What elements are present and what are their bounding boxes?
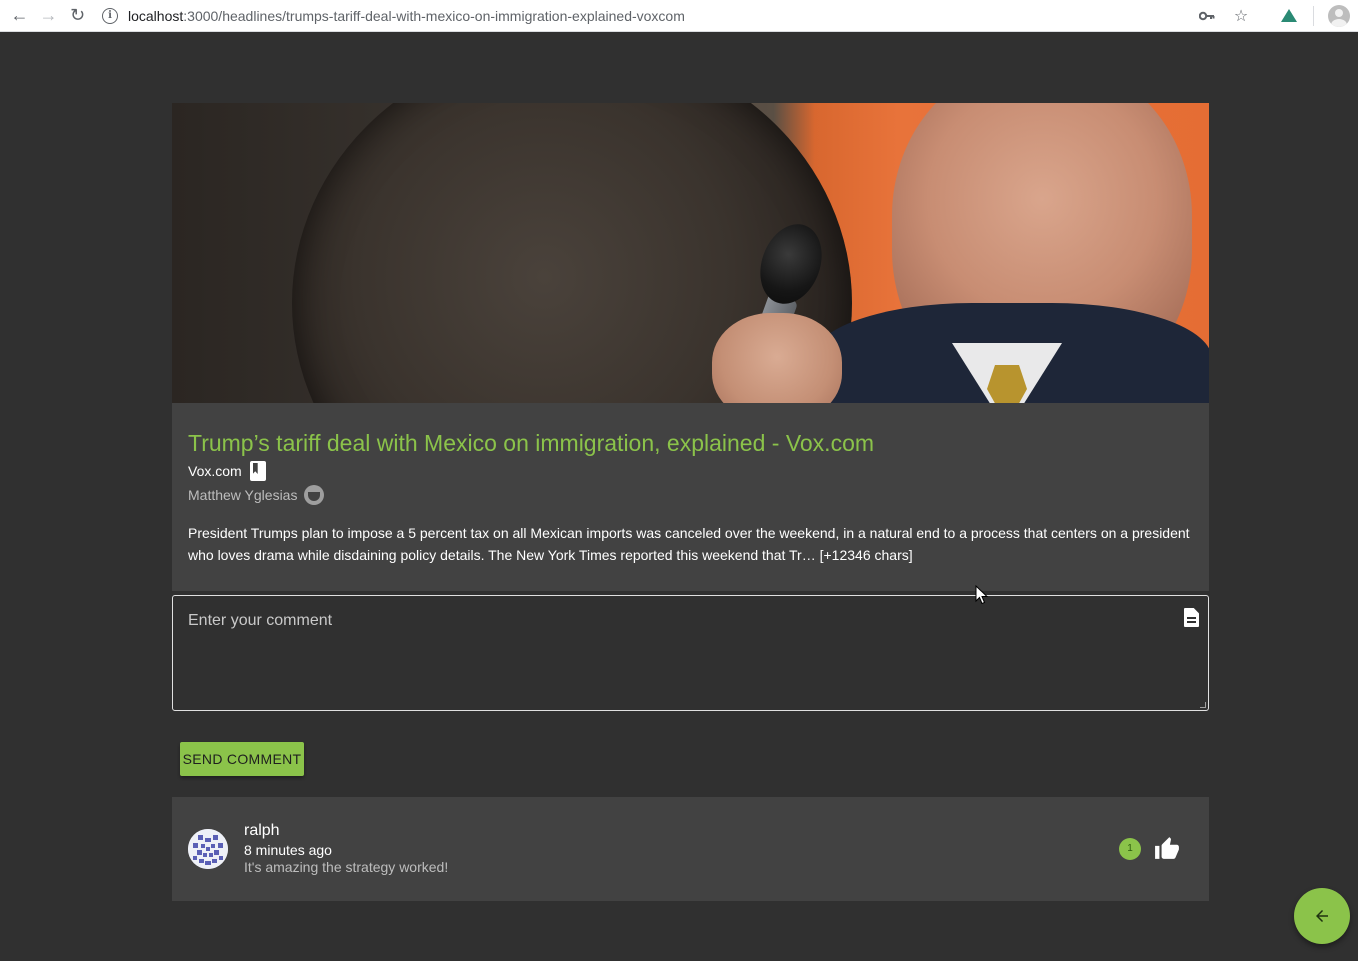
toolbar-divider [1313, 5, 1314, 26]
browser-toolbar: ← → ↻ i localhost:3000/headlines/trumps-… [0, 0, 1358, 32]
face-icon [304, 485, 325, 505]
author-row: Matthew Yglesias [188, 485, 1193, 505]
forward-arrow-icon[interactable]: → [34, 2, 63, 30]
reload-icon[interactable]: ↻ [63, 2, 92, 30]
send-comment-button[interactable]: SEND COMMENT [180, 742, 304, 776]
comment-field[interactable] [172, 595, 1209, 711]
like-count-badge: 1 [1119, 838, 1141, 860]
address-bar[interactable]: i localhost:3000/headlines/trumps-tariff… [102, 2, 1197, 30]
back-arrow-icon[interactable]: ← [5, 2, 34, 30]
bookmark-icon [249, 461, 266, 481]
arrow-left-icon [1316, 910, 1328, 922]
article-summary: President Trumps plan to impose a 5 perc… [188, 525, 1190, 563]
comment-input[interactable] [173, 596, 1208, 710]
article-author: Matthew Yglesias [188, 487, 298, 503]
back-fab-button[interactable] [1294, 888, 1350, 944]
avatar [188, 829, 228, 869]
article-card: Trump’s tariff deal with Mexico on immig… [172, 103, 1209, 591]
thumb-up-icon[interactable] [1154, 836, 1180, 860]
info-icon[interactable]: i [102, 7, 118, 24]
article-image [172, 103, 1209, 403]
article-source: Vox.com [188, 463, 242, 479]
url-host: localhost [128, 7, 184, 24]
profile-icon[interactable] [1328, 4, 1350, 27]
resize-handle[interactable] [1200, 702, 1206, 708]
comment-timestamp: 8 minutes ago [244, 842, 332, 858]
mouse-cursor-icon [975, 585, 989, 605]
url-path: :3000/headlines/trumps-tariff-deal-with-… [183, 7, 685, 24]
article-title[interactable]: Trump’s tariff deal with Mexico on immig… [188, 428, 1193, 458]
source-row: Vox.com [188, 461, 1193, 481]
comment-item: ralph 8 minutes ago It's amazing the str… [172, 797, 1209, 901]
key-icon[interactable] [1197, 6, 1217, 26]
article-body: Trump’s tariff deal with Mexico on immig… [172, 403, 1209, 591]
comment-username: ralph [244, 822, 280, 839]
star-icon[interactable]: ☆ [1231, 6, 1251, 26]
vue-devtools-icon[interactable] [1279, 6, 1299, 26]
comment-text: It's amazing the strategy worked! [244, 859, 449, 875]
